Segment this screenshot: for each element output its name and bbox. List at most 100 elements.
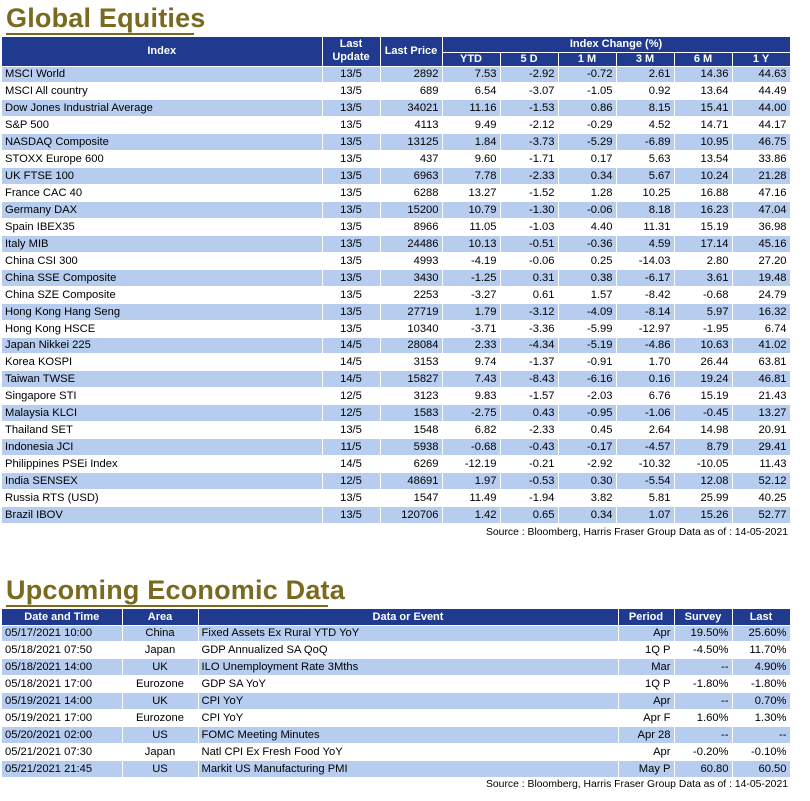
equity-row: Spain IBEX35 13/5 8966 11.05 -1.03 4.40 11.31 1… (2, 218, 791, 236)
change-5d-cell: -3.12 (500, 303, 559, 321)
change-5d-cell: -2.33 (500, 421, 559, 440)
change-1y-cell: 27.20 (732, 252, 791, 270)
ytd-cell: 7.53 (442, 66, 501, 84)
equity-row: NASDAQ Composite 13/5 13125 1.84 -3.73 -5.29-… (2, 133, 791, 152)
index-name-cell: Hong Kong HSCE (2, 320, 323, 338)
equity-row: India SENSEX 12/5 48691 1.97 -0.53 0.30 -5.54 1… (2, 472, 791, 490)
equity-row: UK FTSE 100 13/5 6963 7.78 -2.33 0.34 5.67 10.2… (2, 167, 791, 186)
economic-row: 05/19/2021 14:00 UK CPI YoY Apr -- 0.70% (2, 692, 791, 710)
ytd-cell: -3.71 (442, 320, 501, 338)
change-3m-cell: 4.52 (616, 116, 675, 135)
change-3m-cell: 0.16 (616, 370, 675, 389)
last-update-cell: 13/5 (322, 489, 381, 507)
change-6m-cell: -0.45 (674, 404, 733, 423)
event-cell: CPI YoY (198, 709, 619, 727)
last-cell: 4.90% (732, 658, 791, 677)
change-1m-cell: -2.03 (558, 387, 617, 406)
economic-row: 05/18/2021 14:00 UK ILO Unemployment Rate … (2, 658, 791, 677)
header-5d: 5 D (500, 52, 559, 67)
index-name-cell: Thailand SET (2, 421, 323, 440)
equity-row: Italy MIB 13/5 24486 10.13 -0.51 -0.36 4.59 17.… (2, 235, 791, 253)
change-3m-cell: -4.57 (616, 438, 675, 457)
ytd-cell: 1.84 (442, 133, 501, 152)
equities-table-body: MSCI World 13/5 2892 7.53 -2.92 -0.72 2.61 14.3… (2, 66, 791, 524)
change-5d-cell: -0.43 (500, 438, 559, 457)
change-1m-cell: -4.09 (558, 303, 617, 321)
last-cell: -1.80% (732, 675, 791, 694)
change-1y-cell: 20.91 (732, 421, 791, 440)
last-update-cell: 13/5 (322, 184, 381, 202)
change-6m-cell: -10.05 (674, 455, 733, 473)
equities-title: Global Equities (6, 3, 206, 33)
header-last-update: Last Update (322, 37, 381, 67)
last-price-cell: 689 (380, 82, 443, 101)
change-1y-cell: 47.16 (732, 184, 791, 202)
change-1m-cell: 3.82 (558, 489, 617, 507)
index-name-cell: NASDAQ Composite (2, 133, 323, 152)
area-cell: UK (122, 658, 199, 677)
area-cell: UK (122, 692, 199, 710)
change-1y-cell: 13.27 (732, 404, 791, 423)
change-1m-cell: -1.05 (558, 82, 617, 101)
period-cell: 1Q P (618, 641, 675, 660)
last-cell: 11.70% (732, 641, 791, 660)
change-1m-cell: -0.06 (558, 201, 617, 219)
last-update-cell: 13/5 (322, 150, 381, 169)
economic-title-underline (6, 605, 328, 607)
index-name-cell: Philippines PSEi Index (2, 455, 323, 473)
last-price-cell: 24486 (380, 235, 443, 253)
change-1y-cell: 44.00 (732, 99, 791, 118)
equity-row: S&P 500 13/5 4113 9.49 -2.12 -0.29 4.52 14.71 44… (2, 116, 791, 135)
change-1m-cell: 0.86 (558, 99, 617, 118)
index-name-cell: Italy MIB (2, 235, 323, 253)
change-5d-cell: 0.31 (500, 269, 559, 287)
last-price-cell: 6288 (380, 184, 443, 202)
event-cell: FOMC Meeting Minutes (198, 726, 619, 744)
last-update-cell: 13/5 (322, 201, 381, 219)
equity-row: Japan Nikkei 225 14/5 28084 2.33 -4.34 -5.19-… (2, 337, 791, 355)
change-6m-cell: 14.36 (674, 66, 733, 84)
economic-source: Source : Bloomberg, Harris Fraser Group … (485, 779, 788, 790)
event-cell: Markit US Manufacturing PMI (198, 760, 619, 778)
index-name-cell: Russia RTS (USD) (2, 489, 323, 507)
change-1y-cell: 44.49 (732, 82, 791, 101)
change-3m-cell: -12.97 (616, 320, 675, 338)
change-1y-cell: 63.81 (732, 353, 791, 372)
change-1m-cell: 1.28 (558, 184, 617, 202)
change-1m-cell: -0.17 (558, 438, 617, 457)
date-time-cell: 05/18/2021 07:50 (2, 641, 123, 660)
change-3m-cell: -6.89 (616, 133, 675, 152)
survey-cell: 19.50% (674, 625, 733, 643)
change-1m-cell: 0.45 (558, 421, 617, 440)
change-1m-cell: 0.38 (558, 269, 617, 287)
change-1m-cell: 4.40 (558, 218, 617, 236)
ytd-cell: 6.54 (442, 82, 501, 101)
period-cell: May P (618, 760, 675, 778)
last-update-cell: 13/5 (322, 269, 381, 287)
event-cell: GDP SA YoY (198, 675, 619, 694)
ytd-cell: 9.49 (442, 116, 501, 135)
change-3m-cell: -8.42 (616, 286, 675, 304)
last-price-cell: 1548 (380, 421, 443, 440)
ytd-cell: 13.27 (442, 184, 501, 202)
date-time-cell: 05/19/2021 17:00 (2, 709, 123, 727)
last-update-cell: 13/5 (322, 116, 381, 135)
change-3m-cell: 1.07 (616, 506, 675, 524)
index-name-cell: India SENSEX (2, 472, 323, 490)
change-1m-cell: 0.30 (558, 472, 617, 490)
last-cell: 1.30% (732, 709, 791, 727)
change-6m-cell: 15.41 (674, 99, 733, 118)
change-3m-cell: 8.15 (616, 99, 675, 118)
change-3m-cell: 11.31 (616, 218, 675, 236)
survey-cell: -1.80% (674, 675, 733, 694)
change-6m-cell: 2.80 (674, 252, 733, 270)
ytd-cell: 9.60 (442, 150, 501, 169)
change-3m-cell: 8.18 (616, 201, 675, 219)
change-3m-cell: 0.92 (616, 82, 675, 101)
area-cell: China (122, 625, 199, 643)
equity-row: Russia RTS (USD) 13/5 1547 11.49 -1.94 3.82 5.… (2, 489, 791, 507)
change-5d-cell: -1.37 (500, 353, 559, 372)
equity-row: Germany DAX 13/5 15200 10.79 -1.30 -0.06 8.18 1… (2, 201, 791, 219)
last-price-cell: 120706 (380, 506, 443, 524)
last-update-cell: 13/5 (322, 320, 381, 338)
